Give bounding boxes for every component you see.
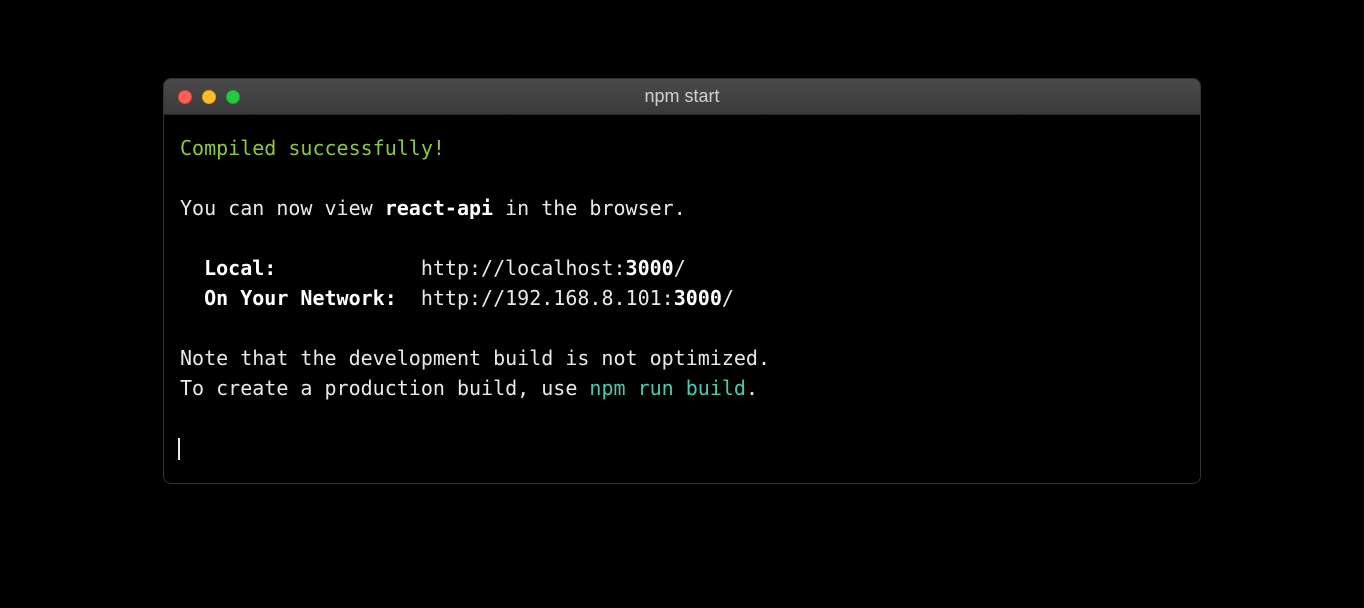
zoom-icon[interactable] [226,90,240,104]
prod-suffix: . [746,376,758,400]
network-url-suffix: / [722,286,734,310]
window-title: npm start [164,86,1200,107]
view-prefix: You can now view [180,196,385,220]
app-name: react-api [385,196,493,220]
close-icon[interactable] [178,90,192,104]
traffic-lights [178,90,240,104]
local-label: Local: [204,256,276,280]
local-port: 3000 [626,256,674,280]
network-port: 3000 [674,286,722,310]
minimize-icon[interactable] [202,90,216,104]
terminal-window: npm start Compiled successfully! You can… [163,78,1201,484]
cursor-icon [178,438,180,460]
network-url-prefix: http://192.168.8.101: [421,286,674,310]
status-line: Compiled successfully! [180,136,445,160]
titlebar[interactable]: npm start [164,79,1200,115]
prod-command: npm run build [589,376,746,400]
terminal-output[interactable]: Compiled successfully! You can now view … [164,115,1200,483]
prod-prefix: To create a production build, use [180,376,589,400]
note-line: Note that the development build is not o… [180,346,770,370]
local-url-suffix: / [674,256,686,280]
local-url-prefix: http://localhost: [421,256,626,280]
network-label: On Your Network: [204,286,397,310]
view-suffix: in the browser. [493,196,686,220]
